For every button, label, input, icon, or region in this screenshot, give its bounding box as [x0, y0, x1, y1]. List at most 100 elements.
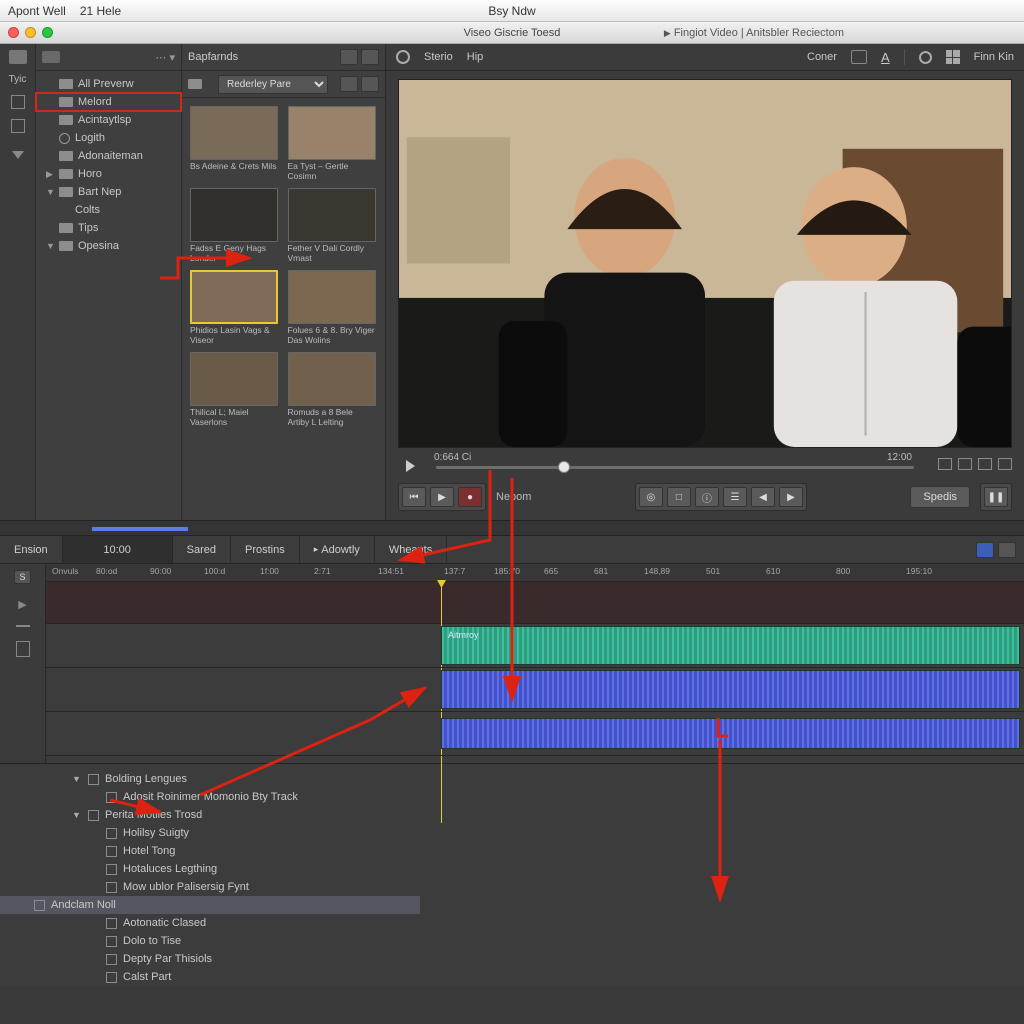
layout-icon[interactable]	[11, 95, 25, 109]
tree-item[interactable]: Logith	[36, 129, 181, 147]
mail-icon[interactable]	[9, 50, 27, 64]
panel-menu-icon[interactable]: ⋯ ▾	[155, 51, 175, 64]
tree-item[interactable]: Melord	[36, 93, 181, 111]
grid-icon[interactable]	[946, 50, 960, 64]
viewer-btn-finn[interactable]: Finn Kin	[974, 51, 1014, 63]
checkbox-icon[interactable]	[106, 882, 117, 893]
play-icon[interactable]	[406, 460, 415, 472]
os-menu-item[interactable]: Apont Well	[8, 4, 66, 18]
filter-icon[interactable]	[361, 76, 379, 92]
marker-icon[interactable]	[958, 458, 972, 470]
fx-item[interactable]: Aotonatic Clased	[72, 914, 1024, 932]
fx-item[interactable]: Adosit Roinimer Momonio Bty Track	[72, 788, 1024, 806]
fx-group[interactable]: ▼Perita Motlies Trosd	[72, 806, 1024, 824]
play-icon[interactable]: ▶	[430, 487, 454, 507]
media-clip[interactable]: Romuds a 8 Bele Artiby L Lelting	[288, 352, 378, 428]
grid-icon[interactable]	[11, 119, 25, 133]
gear-icon[interactable]	[396, 50, 410, 64]
media-clip[interactable]: Thilical L; Maiel Vaserlons	[190, 352, 280, 428]
checkbox-icon[interactable]	[106, 972, 117, 983]
media-clip[interactable]: Fadss E Geny Hags Londer	[190, 188, 280, 264]
checkbox-icon[interactable]	[106, 918, 117, 929]
audio-track-3[interactable]	[46, 712, 1024, 756]
audio-track-1[interactable]: Aitmroy	[46, 624, 1024, 668]
record-icon[interactable]: ●	[458, 487, 482, 507]
audio-track-2[interactable]	[46, 668, 1024, 712]
dropdown-icon[interactable]	[12, 151, 24, 159]
fx-group[interactable]: ▼Bolding Lengues	[72, 770, 1024, 788]
list-icon[interactable]: ☰	[723, 487, 747, 507]
speak-button[interactable]: Spedis	[910, 486, 970, 508]
checkbox-icon[interactable]	[106, 792, 117, 803]
step-fwd-icon[interactable]: ▶	[779, 487, 803, 507]
tree-item[interactable]: ▼Opesina	[36, 237, 181, 255]
os-menu-item[interactable]: 21 Hele	[80, 4, 121, 18]
sort-icon[interactable]	[340, 76, 358, 92]
panel-icon[interactable]	[42, 51, 60, 63]
tree-item[interactable]: Acintaytlsp	[36, 111, 181, 129]
viewer-btn-hip[interactable]: Hip	[467, 51, 484, 63]
stop-icon[interactable]: □	[667, 487, 691, 507]
tab-adowtly[interactable]: ▸Adowtly	[300, 536, 375, 563]
step-back-icon[interactable]: ◀	[751, 487, 775, 507]
thumb-view-icon[interactable]	[361, 49, 379, 65]
bin-dropdown[interactable]: Rederley Pare	[218, 75, 328, 94]
media-clip[interactable]: Fether V Dali Cordly Vmast	[288, 188, 378, 264]
scrub-knob[interactable]	[558, 461, 570, 473]
tree-item[interactable]: Tips	[36, 219, 181, 237]
fx-item[interactable]: Andclam Noll	[0, 896, 420, 914]
clock-icon[interactable]	[919, 51, 932, 64]
checkbox-icon[interactable]	[106, 936, 117, 947]
timeline-tool-icon[interactable]	[998, 542, 1016, 558]
tab-sared[interactable]: Sared	[173, 536, 231, 563]
tree-item[interactable]: All Preverw	[36, 75, 181, 93]
window-controls[interactable]	[8, 27, 53, 38]
media-clip[interactable]: Phidios Lasin Vags & Viseor	[190, 270, 280, 346]
viewer-btn-sterio[interactable]: Sterio	[424, 51, 453, 63]
media-clip[interactable]: Ea Tyst – Gertle Cosimn	[288, 106, 378, 182]
tab-ension[interactable]: Ension	[0, 536, 63, 563]
info-icon[interactable]: ⓘ	[695, 487, 719, 507]
timeline-tool-icon[interactable]	[976, 542, 994, 558]
checkbox-icon[interactable]	[88, 774, 99, 785]
close-icon[interactable]	[8, 27, 19, 38]
checkbox-icon[interactable]	[88, 810, 99, 821]
fx-item[interactable]: Dolo to Tise	[72, 932, 1024, 950]
tree-item[interactable]: Colts	[36, 201, 181, 219]
fx-item[interactable]: Calst Part	[72, 968, 1024, 986]
fx-item[interactable]: Hotel Tong	[72, 842, 1024, 860]
page-icon[interactable]	[16, 641, 30, 657]
media-clip[interactable]: Folues 6 & 8. Bry Viger Das Wolins	[288, 270, 378, 346]
target-icon[interactable]: ◎	[639, 487, 663, 507]
checkbox-icon[interactable]	[106, 846, 117, 857]
grid-icon[interactable]	[998, 458, 1012, 470]
fx-item[interactable]: Mow ublor Palisersig Fynt	[72, 878, 1024, 896]
split-icon[interactable]	[978, 458, 992, 470]
prev-icon[interactable]: ⏮	[402, 487, 426, 507]
tree-item[interactable]: ▶Horo	[36, 165, 181, 183]
timeline-timecode[interactable]: 10:00	[63, 536, 173, 563]
fx-item[interactable]: Hotaluces Legthing	[72, 860, 1024, 878]
checkbox-icon[interactable]	[34, 900, 45, 911]
tab-prostins[interactable]: Prostins	[231, 536, 300, 563]
tree-item[interactable]: ▼Bart Nep	[36, 183, 181, 201]
fx-item[interactable]: Holilsy Suigty	[72, 824, 1024, 842]
checkbox-icon[interactable]	[106, 864, 117, 875]
region-indicator[interactable]	[92, 527, 188, 531]
list-view-icon[interactable]	[340, 49, 358, 65]
checkbox-icon[interactable]	[106, 954, 117, 965]
time-ruler[interactable]: Onvuls80:od90:00100:d1f:002:71134:51137:…	[46, 564, 1024, 582]
viewer-scrubber[interactable]: 0:664 Ci 12:00	[398, 452, 1012, 476]
media-clip[interactable]: Bs Adeine & Crets Mils	[190, 106, 280, 182]
tree-item[interactable]: Adonaiteman	[36, 147, 181, 165]
tab-wheants[interactable]: Wheants	[375, 536, 447, 563]
zoom-icon[interactable]	[42, 27, 53, 38]
video-track[interactable]	[46, 582, 1024, 624]
minimize-icon[interactable]	[25, 27, 36, 38]
loop-icon[interactable]	[938, 458, 952, 470]
checkbox-icon[interactable]	[106, 828, 117, 839]
divider-strip[interactable]	[0, 520, 1024, 536]
camera-icon[interactable]	[851, 50, 867, 64]
fx-item[interactable]: Depty Par Thisiols	[72, 950, 1024, 968]
text-icon[interactable]: A	[881, 50, 890, 65]
